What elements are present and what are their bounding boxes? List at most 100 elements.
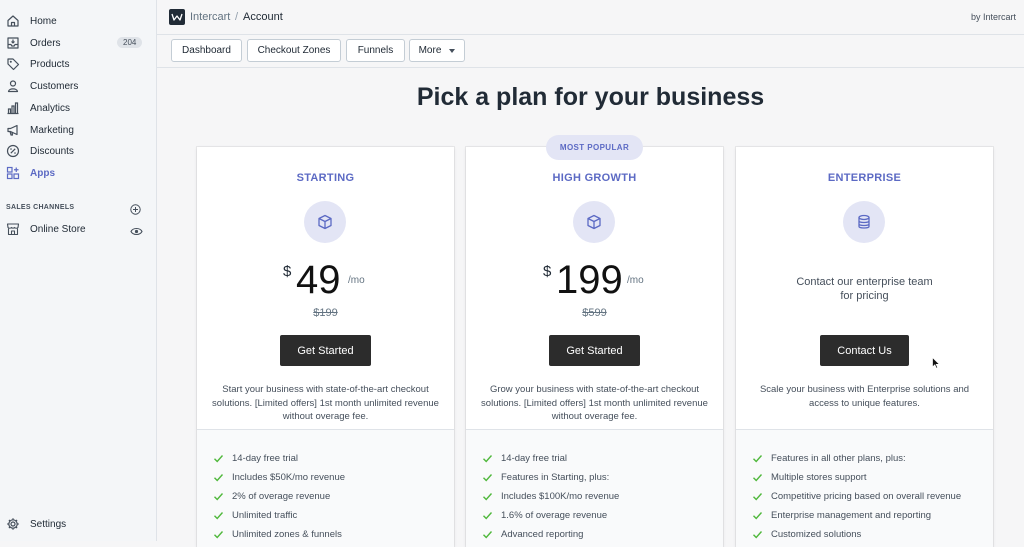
feature-text: Unlimited traffic [232, 510, 298, 521]
check-icon [214, 512, 224, 520]
feature-text: Competitive pricing based on overall rev… [771, 491, 962, 502]
megaphone-icon [5, 122, 20, 137]
sidebar-item-products[interactable]: Products [0, 54, 156, 75]
plan-card-enterprise: ENTERPRISE Contact our enterprise team f… [736, 147, 993, 547]
database-icon [843, 201, 885, 243]
plan-card-high-growth: HIGH GROWTH $ 199 /mo $599 Get Started G… [466, 147, 723, 547]
plan-features: 14-day free trial Includes $50K/mo reven… [197, 429, 454, 547]
sidebar-item-orders[interactable]: Orders 204 [0, 33, 156, 54]
feature-text: Includes $50K/mo revenue [232, 472, 346, 483]
tab-checkout-zones[interactable]: Checkout Zones [247, 39, 341, 62]
breadcrumb-current: Account [243, 11, 283, 23]
sales-channels-title: SALES CHANNELS [6, 204, 75, 211]
sidebar-item-customers[interactable]: Customers [0, 76, 156, 97]
plan-features: Features in all other plans, plus: Multi… [736, 429, 993, 547]
enterprise-contact-text: Contact our enterprise team for pricing [736, 275, 993, 303]
breadcrumb-separator: / [235, 11, 239, 23]
check-icon [753, 531, 763, 539]
check-icon [753, 512, 763, 520]
tag-icon [5, 56, 20, 71]
feature-item: Multiple stores support [752, 472, 867, 483]
mouse-cursor-icon [932, 357, 940, 369]
contact-text: Contact our enterprise team for pricing [796, 276, 933, 302]
sidebar-item-label: Marketing [30, 125, 74, 136]
feature-text: Enterprise management and reporting [771, 510, 932, 521]
check-icon [753, 455, 763, 463]
sidebar-item-settings[interactable]: Settings [0, 514, 156, 535]
add-channel-icon[interactable] [130, 202, 141, 215]
feature-text: 14-day free trial [501, 453, 568, 464]
check-icon [214, 531, 224, 539]
feature-text: 1.6% of overage revenue [501, 510, 608, 521]
feature-item: Features in Starting, plus: [482, 472, 609, 483]
feature-text: Advanced reporting [501, 529, 584, 540]
page-title: Pick a plan for your business [416, 83, 765, 111]
price-amount: 199 [556, 258, 623, 302]
check-icon [483, 455, 493, 463]
feature-item: Includes $50K/mo revenue [213, 472, 345, 483]
price-period: /mo [627, 275, 644, 286]
plan-features: 14-day free trial Features in Starting, … [466, 429, 723, 547]
check-icon [214, 455, 224, 463]
apps-icon [5, 165, 20, 180]
breadcrumb-app[interactable]: Intercart [190, 11, 230, 23]
orders-icon [5, 35, 20, 50]
sidebar-item-label: Online Store [30, 224, 86, 235]
eye-icon[interactable] [130, 224, 143, 236]
old-price: $599 [582, 307, 607, 319]
check-icon [483, 474, 493, 482]
price-period: /mo [348, 275, 365, 286]
feature-item: Features in all other plans, plus: [752, 453, 906, 464]
feature-item: Unlimited traffic [213, 510, 297, 521]
feature-item: Advanced reporting [482, 529, 583, 540]
sidebar-item-label: Apps [30, 168, 55, 179]
get-started-button[interactable]: Get Started [280, 335, 371, 366]
byline: by Intercart [970, 12, 1016, 22]
price-currency: $ [543, 263, 552, 280]
tab-funnels[interactable]: Funnels [346, 39, 405, 62]
sidebar-item-analytics[interactable]: Analytics [0, 98, 156, 119]
orders-count-badge: 204 [117, 37, 143, 48]
check-icon [753, 493, 763, 501]
feature-item: 2% of overage revenue [213, 491, 330, 502]
top-bar: Intercart / Account by Intercart [157, 0, 1024, 35]
sidebar-item-label: Settings [30, 519, 67, 530]
plan-name: STARTING [296, 172, 355, 184]
tab-dashboard[interactable]: Dashboard [171, 39, 242, 62]
sidebar-item-label: Customers [30, 81, 79, 92]
tab-bar: Dashboard Checkout Zones Funnels More [157, 35, 1024, 68]
plan-name: HIGH GROWTH [552, 172, 637, 184]
plan-description: Scale your business with Enterprise solu… [759, 384, 970, 409]
intercart-logo-icon [169, 9, 185, 25]
sidebar-item-apps[interactable]: Apps [0, 163, 156, 184]
feature-item: Customized solutions [752, 529, 861, 540]
cube-icon [304, 201, 346, 243]
feature-item: Includes $100K/mo revenue [482, 491, 619, 502]
plan-description: Start your business with state-of-the-ar… [212, 384, 439, 422]
sidebar-item-label: Analytics [30, 103, 71, 114]
sidebar-item-label: Home [30, 16, 57, 27]
plan-description: Grow your business with state-of-the-art… [481, 384, 708, 422]
gear-icon [5, 516, 20, 531]
sidebar-item-label: Orders [30, 38, 61, 49]
feature-text: Features in all other plans, plus: [771, 453, 906, 464]
more-dropdown[interactable]: More [409, 39, 465, 62]
feature-text: 2% of overage revenue [232, 491, 331, 502]
discount-icon [5, 143, 20, 158]
person-icon [5, 78, 20, 93]
feature-text: Multiple stores support [771, 472, 867, 483]
sidebar-item-discounts[interactable]: Discounts [0, 141, 156, 162]
price-currency: $ [283, 263, 292, 280]
contact-us-button[interactable]: Contact Us [820, 335, 909, 366]
bar-chart-icon [5, 100, 20, 115]
feature-text: Unlimited zones & funnels [232, 529, 342, 540]
sidebar-item-label: Products [30, 59, 70, 70]
feature-text: Includes $100K/mo revenue [501, 491, 620, 502]
sidebar-item-marketing[interactable]: Marketing [0, 120, 156, 141]
caret-down-icon [449, 48, 456, 53]
feature-text: Features in Starting, plus: [501, 472, 610, 483]
get-started-button[interactable]: Get Started [549, 335, 640, 366]
check-icon [753, 474, 763, 482]
feature-text: Customized solutions [771, 529, 862, 540]
sidebar-item-home[interactable]: Home [0, 11, 156, 32]
